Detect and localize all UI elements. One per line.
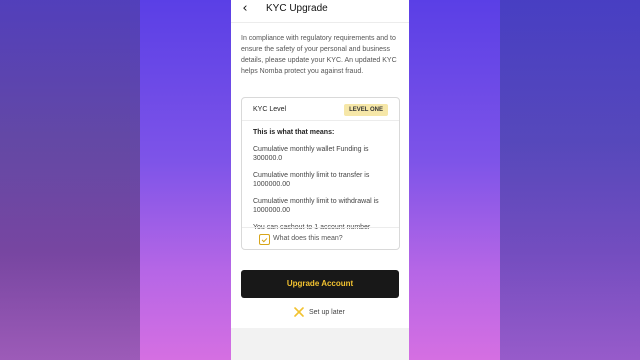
kyc-level-label: KYC Level xyxy=(253,106,287,113)
kyc-card-body: This is what that means: Cumulative mont… xyxy=(253,128,393,240)
right-background-panel xyxy=(500,0,640,360)
page-title: KYC Upgrade xyxy=(266,3,328,14)
chevron-left-icon: ‹ xyxy=(242,1,248,16)
kyc-limit-item: Cumulative monthly limit to withdrawal i… xyxy=(253,198,379,214)
help-link-label: What does this mean? xyxy=(273,235,343,242)
kyc-level-card: KYC Level LEVEL ONE This is what that me… xyxy=(241,97,400,250)
level-badge: LEVEL ONE xyxy=(344,104,388,116)
help-link[interactable]: What does this mean? xyxy=(242,227,399,250)
close-icon xyxy=(294,307,304,317)
kyc-card-header: KYC Level LEVEL ONE xyxy=(242,98,399,121)
kyc-limit-item: Cumulative monthly wallet Funding is 300… xyxy=(253,146,369,162)
kyc-limit-item: Cumulative monthly limit to transfer is … xyxy=(253,172,370,188)
left-background-panel xyxy=(0,0,140,360)
upgrade-account-label: Upgrade Account xyxy=(286,279,354,288)
info-icon xyxy=(259,234,270,245)
back-button[interactable]: ‹ xyxy=(238,1,252,17)
phone-screen: ‹ KYC Upgrade In compliance with regulat… xyxy=(231,0,409,360)
kyc-meaning-heading: This is what that means: xyxy=(253,129,335,136)
intro-text: In compliance with regulatory requiremen… xyxy=(241,35,397,75)
upgrade-account-button[interactable]: Upgrade Account xyxy=(241,270,399,298)
bottom-area xyxy=(231,328,409,360)
top-bar: ‹ KYC Upgrade xyxy=(231,0,409,23)
set-up-later-label: Set up later xyxy=(309,309,345,316)
